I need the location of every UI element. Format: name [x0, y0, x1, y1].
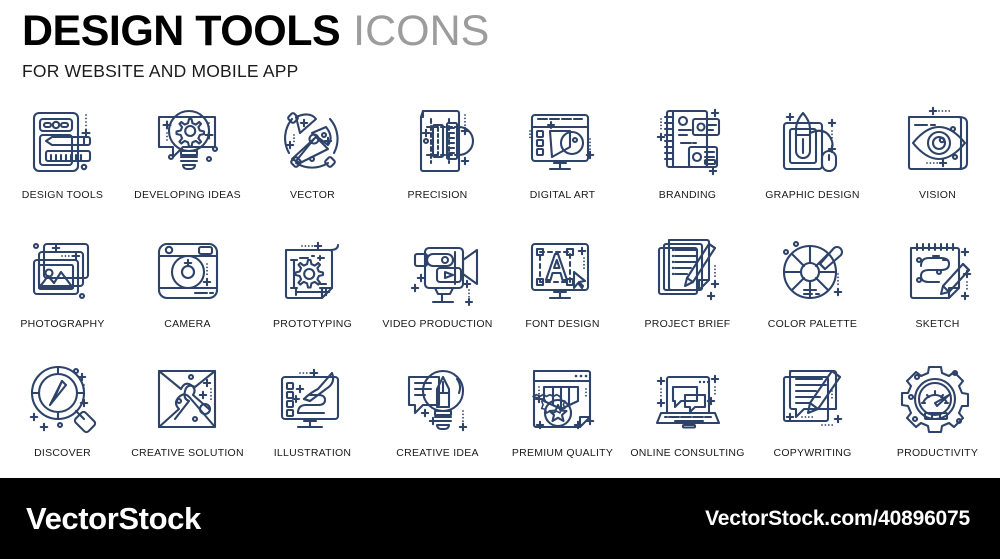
icon-label: FONT DESIGN: [525, 318, 600, 330]
icon-label: DESIGN TOOLS: [21, 189, 104, 201]
prototyping-icon: [269, 225, 357, 313]
icon-label: CAMERA: [164, 318, 211, 330]
icon-cell[interactable]: CAMERA: [125, 225, 250, 354]
video-production-icon: [394, 225, 482, 313]
creative-idea-icon: [394, 354, 482, 442]
watermark-footer: VectorStock VectorStock.com/40896075: [0, 478, 1000, 559]
sketch-icon: [894, 225, 982, 313]
icon-cell[interactable]: VIDEO PRODUCTION: [375, 225, 500, 354]
page-subtitle: ICONS: [353, 7, 490, 55]
icon-label: BRANDING: [658, 189, 717, 201]
icon-cell[interactable]: CREATIVE SOLUTION: [125, 354, 250, 483]
icon-cell[interactable]: COLOR PALETTE: [750, 225, 875, 354]
icon-label: DISCOVER: [34, 447, 91, 459]
icon-label: PROJECT BRIEF: [644, 318, 731, 330]
icon-cell[interactable]: ONLINE CONSULTING: [625, 354, 750, 483]
icon-label: DEVELOPING IDEAS: [134, 189, 241, 201]
icon-label: PRECISION: [407, 189, 468, 201]
icon-label: GRAPHIC DESIGN: [765, 189, 860, 201]
icon-cell[interactable]: DIGITAL ART: [500, 96, 625, 225]
icon-label: ILLUSTRATION: [273, 447, 352, 459]
icon-cell[interactable]: BRANDING: [625, 96, 750, 225]
icon-cell[interactable]: DISCOVER: [0, 354, 125, 483]
icon-label: COLOR PALETTE: [767, 318, 858, 330]
icon-label: CREATIVE SOLUTION: [131, 447, 244, 459]
vector-icon: [269, 96, 357, 184]
icon-label: PROTOTYPING: [273, 318, 352, 330]
icon-cell[interactable]: CREATIVE IDEA: [375, 354, 500, 483]
icon-label: PRODUCTIVITY: [896, 447, 979, 459]
vision-icon: [894, 96, 982, 184]
footer-url: VectorStock.com/40896075: [705, 506, 970, 530]
productivity-icon: [894, 354, 982, 442]
branding-icon: [644, 96, 732, 184]
icon-cell[interactable]: COPYWRITING: [750, 354, 875, 483]
icon-label: VISION: [918, 189, 957, 201]
page-tagline: FOR WEBSITE AND MOBILE APP: [22, 61, 299, 81]
color-palette-icon: [769, 225, 857, 313]
icon-cell[interactable]: FONT DESIGN: [500, 225, 625, 354]
online-consulting-icon: [644, 354, 732, 442]
icon-cell[interactable]: VISION: [875, 96, 1000, 225]
icon-label: DIGITAL ART: [529, 189, 596, 201]
developing-ideas-icon: [144, 96, 232, 184]
icon-label: COPYWRITING: [773, 447, 852, 459]
icon-cell[interactable]: DEVELOPING IDEAS: [125, 96, 250, 225]
title-line: DESIGN TOOLS ICONS: [22, 10, 1000, 53]
icon-cell[interactable]: PROJECT BRIEF: [625, 225, 750, 354]
creative-solution-icon: [144, 354, 232, 442]
illustration-icon: [269, 354, 357, 442]
icon-label: CREATIVE IDEA: [396, 447, 479, 459]
icon-cell[interactable]: GRAPHIC DESIGN: [750, 96, 875, 225]
copywriting-icon: [769, 354, 857, 442]
icon-cell[interactable]: PROTOTYPING: [250, 225, 375, 354]
page-header: DESIGN TOOLS ICONS FOR WEBSITE AND MOBIL…: [0, 0, 1000, 82]
icon-label: VECTOR: [289, 189, 336, 201]
premium-quality-icon: [519, 354, 607, 442]
icon-label: PHOTOGRAPHY: [20, 318, 105, 330]
discover-icon: [19, 354, 107, 442]
font-design-icon: [519, 225, 607, 313]
project-brief-icon: [644, 225, 732, 313]
icon-grid: DESIGN TOOLS DEVELOPING IDEAS VECTOR PRE…: [0, 96, 1000, 483]
icon-label: VIDEO PRODUCTION: [382, 318, 493, 330]
icon-cell[interactable]: VECTOR: [250, 96, 375, 225]
graphic-design-icon: [769, 96, 857, 184]
icon-cell[interactable]: PREMIUM QUALITY: [500, 354, 625, 483]
photography-icon: [19, 225, 107, 313]
footer-brand: VectorStock: [26, 500, 201, 536]
icon-cell[interactable]: DESIGN TOOLS: [0, 96, 125, 225]
page-title: DESIGN TOOLS: [22, 7, 341, 55]
icon-cell[interactable]: ILLUSTRATION: [250, 354, 375, 483]
icon-label: PREMIUM QUALITY: [511, 447, 614, 459]
icon-cell[interactable]: PRODUCTIVITY: [875, 354, 1000, 483]
icon-cell[interactable]: SKETCH: [875, 225, 1000, 354]
icon-cell[interactable]: PRECISION: [375, 96, 500, 225]
digital-art-icon: [519, 96, 607, 184]
camera-icon: [144, 225, 232, 313]
design-tools-icon: [19, 96, 107, 184]
icon-label: ONLINE CONSULTING: [630, 447, 745, 459]
icon-cell[interactable]: PHOTOGRAPHY: [0, 225, 125, 354]
precision-icon: [394, 96, 482, 184]
icon-label: SKETCH: [915, 318, 960, 330]
